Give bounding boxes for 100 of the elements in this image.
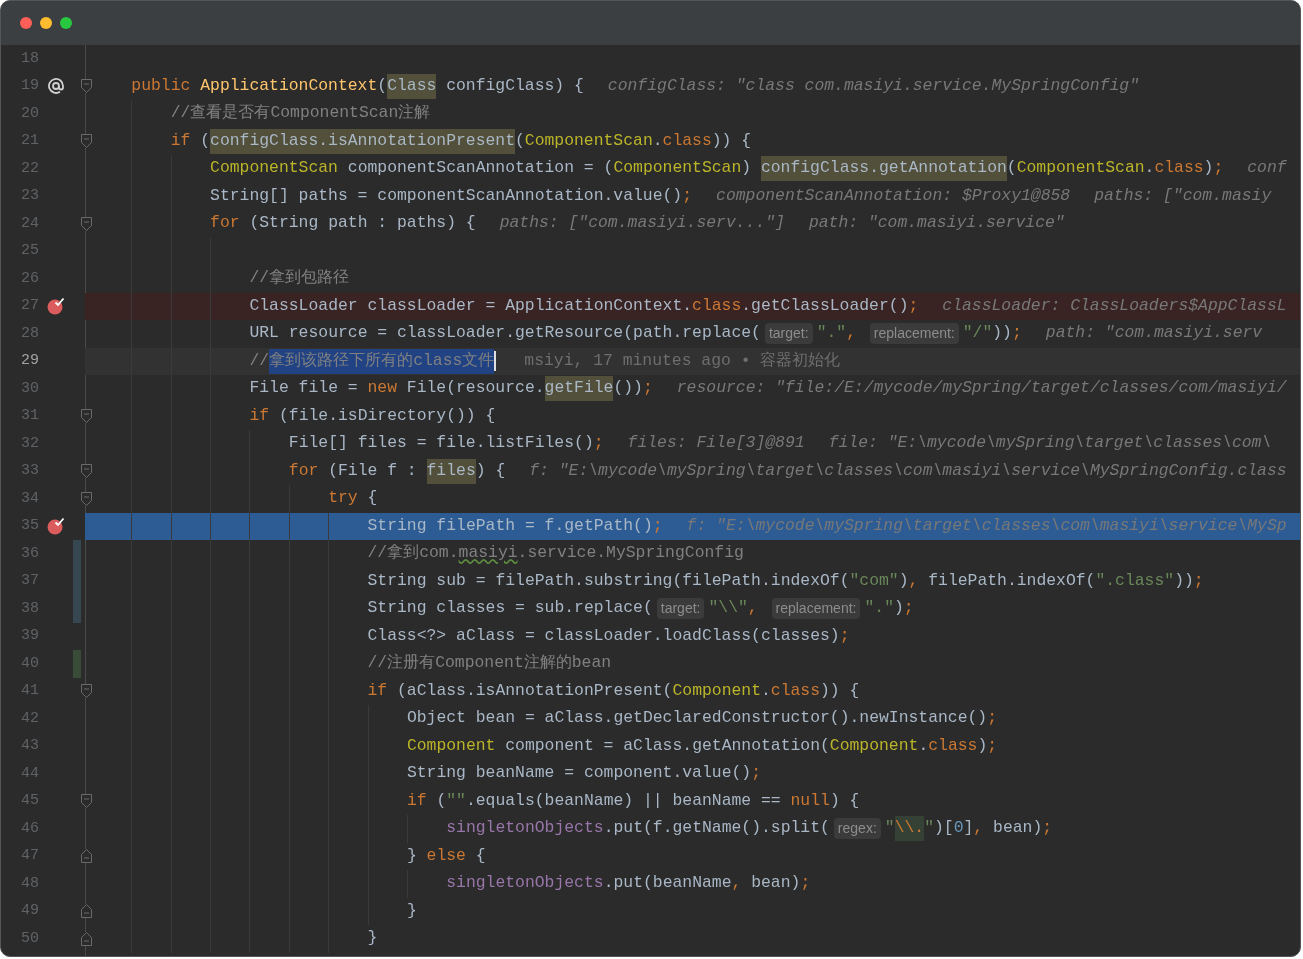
keyword: , (973, 817, 985, 840)
change-marker[interactable] (73, 650, 81, 678)
keyword: class (928, 734, 978, 757)
code-text: File[] files = file.listFiles() (288, 432, 594, 455)
line-number: 24 (20, 213, 39, 234)
keyword: if (406, 789, 428, 812)
keyword: for (288, 459, 320, 482)
code-text: ) { (829, 789, 860, 812)
keyword: public (131, 74, 192, 97)
keyword: ; (593, 432, 604, 455)
fold-icon[interactable] (81, 904, 92, 919)
line-number: 45 (20, 791, 39, 811)
comment: //拿到com. (367, 542, 459, 565)
parameter-hint: replacement: (869, 323, 959, 345)
code-text: (String path : paths) { (249, 212, 476, 235)
annotation-type: ComponentScan (210, 157, 338, 180)
keyword: , (846, 322, 857, 345)
keyword: , (731, 872, 743, 895)
fold-icon[interactable] (81, 931, 92, 946)
text-cursor (494, 351, 497, 372)
line-number: 46 (20, 818, 39, 839)
line-number: 27 (20, 296, 39, 316)
code-text: configClass) { (445, 74, 584, 97)
code-text: . (652, 129, 663, 152)
code-text: ] (963, 817, 974, 840)
change-marker[interactable] (73, 540, 81, 568)
code-text: . (761, 679, 771, 702)
fold-icon[interactable] (81, 684, 92, 699)
line-number: 41 (20, 681, 39, 701)
annotation-type: ComponentScan (1016, 157, 1145, 180)
code-text: ) (977, 734, 988, 757)
breakpoint-icon[interactable] (47, 517, 65, 536)
code-text: . (1144, 157, 1155, 180)
keyword: ; (1193, 569, 1204, 592)
regex-escape: \\. (894, 816, 925, 842)
fold-icon[interactable] (81, 491, 92, 506)
keyword: ; (839, 624, 850, 647)
code-text: } (367, 927, 378, 950)
code-text: File file = (249, 377, 359, 400)
keyword: class (692, 294, 742, 317)
keyword: ; (800, 872, 811, 895)
fold-icon[interactable] (81, 134, 92, 149)
annotation-type: ComponentScan (613, 157, 742, 180)
fold-icon[interactable] (81, 216, 92, 231)
change-marker[interactable] (73, 595, 81, 623)
line-number: 48 (20, 873, 39, 894)
string-literal: "/" (962, 322, 993, 345)
comment: .service.MySpringConfig (517, 542, 744, 565)
string-literal: ".class" (1095, 569, 1175, 592)
code-text: ( (515, 129, 525, 152)
close-button[interactable] (20, 17, 32, 29)
line-number: 47 (20, 846, 39, 866)
code-text: .put(f.getName().split( (603, 817, 830, 840)
keyword: ; (682, 184, 693, 207)
line-number: 25 (20, 241, 39, 261)
string-literal: " (924, 817, 934, 840)
keyword: class (1154, 157, 1204, 180)
line-number: 38 (20, 598, 39, 619)
fold-icon[interactable] (81, 464, 92, 479)
override-at-icon[interactable] (48, 78, 64, 95)
line-number: 33 (20, 461, 39, 481)
debug-value: resource: "file:/E:/mycode/mySpring/target/classes/com/masiyi/ (676, 377, 1287, 400)
keyword: if (367, 679, 389, 702)
code-text: ) { (475, 459, 506, 482)
code-text: )[ (934, 817, 954, 840)
keyword: class (662, 129, 712, 152)
keyword: if (170, 129, 192, 152)
code-text: ) (741, 157, 753, 180)
line-number: 37 (20, 571, 39, 591)
comment: //查看是否有ComponentScan注解 (170, 102, 431, 125)
code-text: String classes = sub.replace( (367, 597, 653, 620)
line-number: 40 (20, 653, 39, 674)
code-text: ClassLoader classLoader = ApplicationContext. (249, 294, 693, 317)
keyword: ; (1213, 157, 1224, 180)
keyword: ; (751, 762, 761, 785)
debug-value: path: "com.masiyi.service" (808, 212, 1065, 235)
keyword: ; (908, 294, 919, 317)
code-text: String filePath = f.getPath() (367, 514, 653, 537)
misspelled-word: masiyi (458, 542, 518, 565)
minimize-button[interactable] (40, 17, 52, 29)
line-number: 30 (20, 378, 39, 399)
fold-icon[interactable] (81, 794, 92, 809)
line-number: 29 (20, 351, 39, 371)
fold-icon[interactable] (81, 79, 92, 94)
field-name: singletonObjects (446, 872, 604, 895)
zoom-button[interactable] (60, 17, 72, 29)
code-text: bean) (993, 817, 1043, 840)
code-text: . (918, 734, 929, 757)
debug-value: f: "E:\mycode\mySpring\target\classes\com\masiyi\service\MySpringConfig.class (529, 459, 1287, 482)
keyword: , (908, 569, 920, 592)
code-text: String beanName = component.value() (406, 762, 752, 785)
fold-icon[interactable] (81, 409, 92, 424)
breakpoint-icon[interactable] (47, 297, 65, 316)
annotation-type: Component (829, 734, 919, 757)
keyword: for (210, 212, 241, 235)
fold-icon[interactable] (81, 849, 92, 864)
debug-value: componentScanAnnotation: $Proxy1@858 (716, 184, 1071, 207)
debug-value: paths: ["com.masiy (1094, 184, 1272, 207)
code-text: } (406, 899, 417, 922)
debug-value: classLoader: ClassLoaders$AppClassL (942, 294, 1287, 317)
